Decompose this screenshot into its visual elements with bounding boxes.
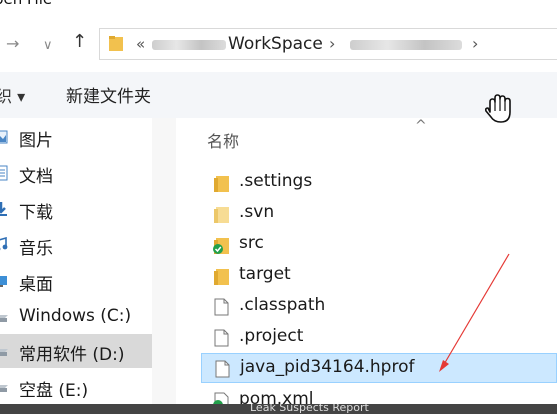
- file-row-classpath[interactable]: .classpath: [201, 292, 557, 322]
- sidebar-item-drive-d[interactable]: 常用软件 (D:): [0, 334, 152, 368]
- desktop-icon: [0, 273, 8, 289]
- sidebar-item-label: 桌面: [19, 270, 53, 295]
- navigation-bar: → ∨ ↑ « WorkSpace › ›: [0, 14, 557, 72]
- file-name: .project: [239, 326, 303, 346]
- sidebar-item-label: 图片: [19, 126, 53, 151]
- sidebar-item-label: Windows (C:): [19, 306, 131, 326]
- window-title-bar: pen File: [0, 0, 557, 14]
- music-icon: [0, 237, 8, 253]
- status-text: Leak Suspects Report: [250, 404, 369, 414]
- folder-icon: [109, 36, 123, 51]
- address-overflow[interactable]: «: [136, 35, 145, 53]
- file-row-svn[interactable]: .svn: [201, 199, 557, 229]
- svn-folder-icon: [213, 236, 229, 254]
- sidebar-item-pictures[interactable]: 图片: [0, 120, 152, 154]
- file-row-target[interactable]: target: [201, 261, 557, 291]
- breadcrumb-separator[interactable]: ›: [472, 34, 478, 53]
- sidebar-item-drive-e[interactable]: 空盘 (E:): [0, 370, 152, 404]
- sort-up-icon: ^: [415, 118, 427, 134]
- file-name: java_pid34164.hprof: [240, 357, 414, 377]
- arrow-right-icon[interactable]: →: [6, 34, 19, 54]
- sidebar-item-label: 空盘 (E:): [19, 376, 88, 401]
- column-header-name[interactable]: 名称: [207, 128, 239, 152]
- file-name: .svn: [239, 202, 274, 222]
- sidebar-item-music[interactable]: 音乐: [0, 228, 152, 262]
- file-row-src[interactable]: src: [201, 230, 557, 260]
- sidebar-scrollbar[interactable]: [152, 118, 176, 414]
- hand-cursor-icon: [481, 92, 517, 126]
- sidebar-item-drive-c[interactable]: Windows (C:): [0, 300, 152, 334]
- file-row-hprof[interactable]: java_pid34164.hprof: [201, 353, 557, 383]
- file-icon: [213, 329, 229, 347]
- navigation-pane: 图片 文档 下载 音乐 桌面: [0, 118, 153, 414]
- downloads-icon: [0, 201, 8, 217]
- chevron-down-icon[interactable]: ∨: [43, 36, 53, 56]
- sidebar-item-label: 下载: [19, 198, 53, 223]
- organize-button[interactable]: 织 ▾: [0, 83, 25, 107]
- command-toolbar: 织 ▾ 新建文件夹: [0, 72, 557, 119]
- file-name: .settings: [239, 171, 312, 191]
- new-folder-button[interactable]: 新建文件夹: [66, 82, 151, 107]
- redacted-path-segment: [350, 40, 462, 50]
- file-name: src: [239, 233, 264, 253]
- sidebar-item-documents[interactable]: 文档: [0, 156, 152, 190]
- drive-icon: [0, 343, 8, 359]
- file-name: .classpath: [239, 295, 325, 315]
- sidebar-item-label: 音乐: [19, 234, 53, 259]
- sidebar-item-downloads[interactable]: 下载: [0, 192, 152, 226]
- status-bar: Leak Suspects Report: [0, 404, 557, 414]
- pictures-icon: [0, 129, 8, 145]
- breadcrumb-separator[interactable]: ›: [329, 34, 335, 53]
- documents-icon: [0, 165, 8, 181]
- file-icon: [213, 298, 229, 316]
- arrow-up-icon[interactable]: ↑: [72, 32, 87, 52]
- redacted-path-segment: [152, 40, 226, 50]
- file-name: target: [239, 264, 291, 284]
- drive-icon: [0, 379, 8, 395]
- file-row-project[interactable]: .project: [201, 323, 557, 353]
- sidebar-item-desktop[interactable]: 桌面: [0, 264, 152, 298]
- address-bar[interactable]: « WorkSpace › ›: [99, 28, 557, 60]
- file-row-settings[interactable]: .settings: [201, 168, 557, 198]
- sidebar-item-label: 常用软件 (D:): [19, 340, 125, 365]
- file-list: 名称 ^ .settings .svn src target: [176, 118, 557, 414]
- folder-icon: [213, 174, 229, 192]
- window-title: pen File: [0, 0, 52, 8]
- file-icon: [214, 360, 230, 378]
- drive-icon: [0, 309, 8, 325]
- folder-icon: [213, 267, 229, 285]
- sidebar-item-label: 文档: [19, 162, 53, 187]
- breadcrumb-workspace[interactable]: WorkSpace: [228, 34, 323, 54]
- folder-icon: [213, 205, 229, 223]
